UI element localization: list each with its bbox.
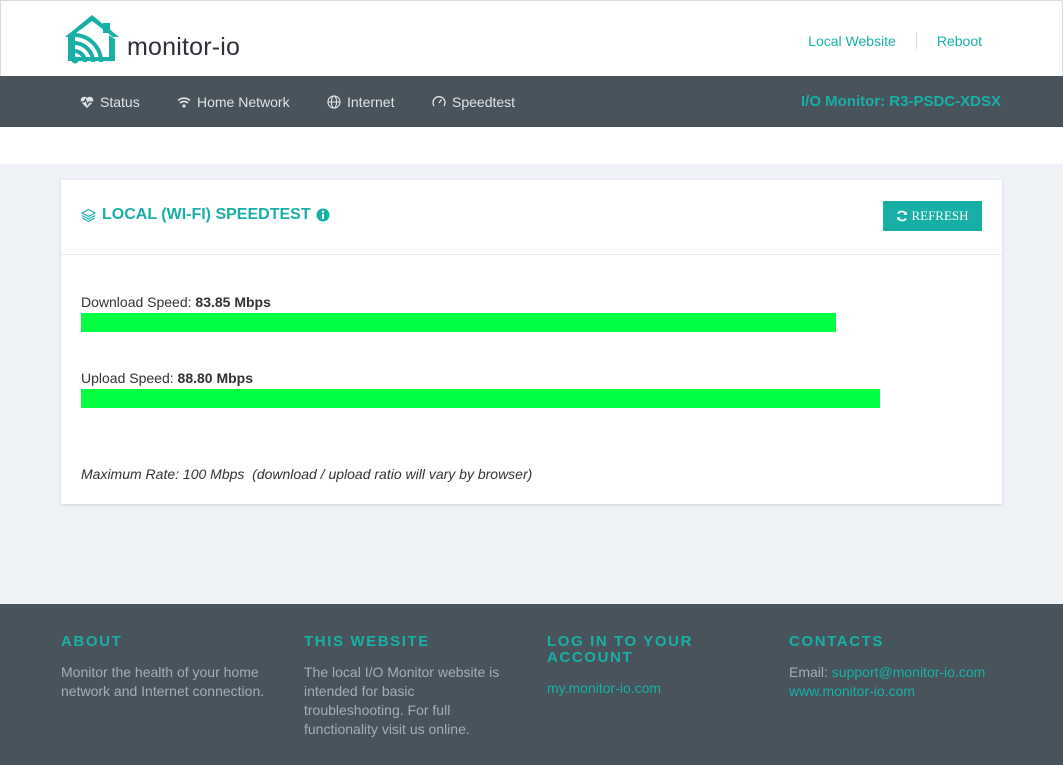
company-website-link[interactable]: www.monitor-io.com <box>789 683 915 699</box>
logo-text: monitor-io <box>127 32 241 61</box>
footer-contacts: CONTACTS Email: support@monitor-io.com w… <box>789 634 1004 701</box>
nav-label-status: Status <box>100 94 140 110</box>
download-label-text: Download Speed: <box>81 294 192 310</box>
speedtest-card: LOCAL (WI-FI) SPEEDTEST REFRESH Download… <box>61 180 1002 504</box>
wifi-icon <box>177 97 191 108</box>
footer-website-heading: THIS WEBSITE <box>304 633 430 650</box>
upload-label-text: Upload Speed: <box>81 370 174 386</box>
speedometer-icon <box>432 96 446 107</box>
nav-item-home-network[interactable]: Home Network <box>177 94 290 110</box>
nav-label-home-network: Home Network <box>197 94 290 110</box>
link-divider <box>915 32 917 49</box>
max-rate-note: Maximum Rate: 100 Mbps (download / uploa… <box>81 466 533 482</box>
nav-item-status[interactable]: Status <box>80 94 140 110</box>
footer-account: LOG IN TO YOUR ACCOUNT my.monitor-io.com <box>547 634 717 698</box>
upload-speed-value: 88.80 Mbps <box>177 370 254 386</box>
support-email-link[interactable]: support@monitor-io.com <box>832 664 986 680</box>
download-speed-bar-fill <box>81 313 836 332</box>
download-speed-bar <box>81 313 981 332</box>
footer-about: ABOUT Monitor the health of your home ne… <box>61 634 276 701</box>
refresh-label: REFRESH <box>911 208 969 223</box>
footer: ABOUT Monitor the health of your home ne… <box>0 604 1063 765</box>
download-speed-value: 83.85 Mbps <box>195 294 271 310</box>
reboot-link[interactable]: Reboot <box>937 33 982 49</box>
local-website-link[interactable]: Local Website <box>808 33 896 49</box>
account-login-link[interactable]: my.monitor-io.com <box>547 680 661 696</box>
logo[interactable]: monitor-io <box>63 11 240 65</box>
refresh-icon <box>897 210 908 222</box>
top-header: monitor-io Local Website Reboot <box>0 0 1063 76</box>
info-icon[interactable] <box>316 208 330 222</box>
top-links: Local Website Reboot <box>808 32 982 49</box>
upload-speed-bar <box>81 389 981 408</box>
upload-speed-bar-fill <box>81 389 881 408</box>
footer-account-heading: LOG IN TO YOUR ACCOUNT <box>547 633 694 666</box>
footer-about-heading: ABOUT <box>61 633 123 650</box>
globe-icon <box>327 95 341 109</box>
footer-contacts-body: Email: support@monitor-io.com www.monito… <box>789 663 1004 701</box>
nav-label-speedtest: Speedtest <box>452 94 516 110</box>
heartbeat-icon <box>80 96 94 108</box>
footer-contacts-heading: CONTACTS <box>789 633 885 650</box>
footer-website: THIS WEBSITE The local I/O Monitor websi… <box>304 634 509 739</box>
card-title-text: LOCAL (WI-FI) SPEEDTEST <box>102 206 311 223</box>
layers-icon <box>81 208 96 222</box>
email-label: Email: <box>789 664 828 680</box>
main-nav: Status Home Network Internet Speedtest I… <box>0 76 1063 127</box>
footer-about-text: Monitor the health of your home network … <box>61 664 265 699</box>
nav-label-internet: Internet <box>347 94 395 110</box>
footer-account-body: my.monitor-io.com <box>547 679 717 698</box>
house-wifi-logo-icon <box>65 15 119 64</box>
download-speed-label: Download Speed: 83.85 Mbps <box>81 294 271 310</box>
card-title: LOCAL (WI-FI) SPEEDTEST <box>81 206 330 224</box>
card-header: LOCAL (WI-FI) SPEEDTEST REFRESH <box>61 180 1002 255</box>
device-title: I/O Monitor: R3-PSDC-XDSX <box>800 93 1001 110</box>
subheader-strip <box>0 127 1063 164</box>
upload-speed-label: Upload Speed: 88.80 Mbps <box>81 370 253 386</box>
refresh-button[interactable]: REFRESH <box>883 201 982 231</box>
footer-website-text: The local I/O Monitor website is intende… <box>304 664 500 737</box>
nav-item-speedtest[interactable]: Speedtest <box>432 94 515 110</box>
nav-item-internet[interactable]: Internet <box>327 94 394 110</box>
